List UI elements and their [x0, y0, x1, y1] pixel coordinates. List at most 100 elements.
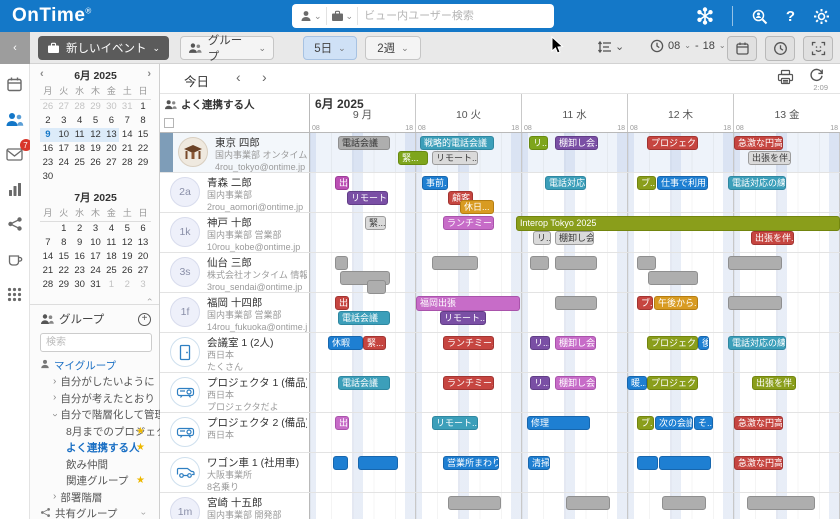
calendar-day[interactable]: 31: [119, 100, 135, 114]
group-tree-item[interactable]: よく連携する人 ★: [40, 440, 155, 457]
calendar-day[interactable]: 15: [135, 128, 151, 142]
calendar-day[interactable]: 21: [119, 142, 135, 156]
schedule-row[interactable]: ワゴン車 1 (社用車)大阪事業所 8名乗り 営業所まわり 清掃 急激な円高...: [160, 453, 840, 493]
group-tree-item[interactable]: › 自分がしたいように: [40, 374, 155, 391]
calendar-day[interactable]: 10: [88, 236, 104, 250]
event[interactable]: [432, 256, 478, 270]
visible-hours-control[interactable]: 08 ⌄ - 18 ⌄: [650, 39, 726, 53]
calendar-day[interactable]: 7: [119, 114, 135, 128]
event[interactable]: 電話会議: [338, 376, 390, 390]
event[interactable]: リモート...: [432, 151, 478, 165]
calendar-day[interactable]: 20: [135, 250, 151, 264]
event[interactable]: 休日...: [460, 200, 494, 214]
calendar-day[interactable]: 3: [88, 222, 104, 236]
calendar-day[interactable]: 30: [72, 278, 88, 292]
calendar-day[interactable]: 29: [56, 278, 72, 292]
calendar-day[interactable]: 3: [56, 114, 72, 128]
favorite-star-icon[interactable]: ★: [136, 475, 145, 486]
event[interactable]: 出張を伴...: [748, 151, 791, 165]
event[interactable]: リ...: [529, 136, 548, 150]
group-tree-item[interactable]: › 自分が考えたとおり: [40, 390, 155, 407]
day-header-cell[interactable]: 13 金 08 18: [734, 94, 840, 132]
calendar-day[interactable]: 2: [40, 114, 56, 128]
calendar-day[interactable]: 12: [119, 236, 135, 250]
gear-icon[interactable]: [813, 8, 830, 25]
event[interactable]: Interop Tokyo 2025: [516, 216, 840, 231]
event[interactable]: [648, 271, 698, 285]
prev-button[interactable]: ‹: [236, 69, 241, 85]
scan-view-button[interactable]: [803, 36, 833, 61]
tree-chevron-icon[interactable]: ›: [53, 376, 56, 387]
day-header-cell[interactable]: 9 月 08 18: [310, 94, 416, 132]
calendar-next-icon[interactable]: ›: [147, 68, 151, 80]
event[interactable]: 福岡出張: [416, 296, 520, 311]
calendar-day[interactable]: 28: [40, 278, 56, 292]
event[interactable]: 急激な円高...: [734, 136, 783, 150]
event[interactable]: 後: [698, 336, 709, 350]
calendar-day[interactable]: 19: [88, 142, 104, 156]
event[interactable]: ランチミー...: [443, 216, 494, 230]
day-header-cell[interactable]: 12 木 08 18: [628, 94, 734, 132]
event[interactable]: [448, 496, 501, 510]
event[interactable]: 出張を伴...: [751, 231, 794, 245]
event[interactable]: [662, 496, 706, 510]
calendar-day[interactable]: 14: [40, 250, 56, 264]
calendar-day[interactable]: 25: [72, 156, 88, 170]
calendar-day[interactable]: 18: [72, 142, 88, 156]
calendar-day[interactable]: 25: [103, 264, 119, 278]
rail-people-icon[interactable]: [4, 109, 26, 129]
schedule-row[interactable]: 1m 宮崎 十五郎 国内事業部 開発部: [160, 493, 840, 519]
event[interactable]: プロジェクト: [647, 336, 698, 350]
event[interactable]: [747, 496, 815, 510]
calendar-day[interactable]: 16: [40, 142, 56, 156]
today-button[interactable]: 今日: [184, 71, 209, 90]
calendar-day[interactable]: 31: [88, 278, 104, 292]
tree-chevron-icon[interactable]: ›: [53, 492, 56, 502]
calendar-day[interactable]: 19: [119, 250, 135, 264]
calendar-day[interactable]: 24: [56, 156, 72, 170]
event[interactable]: 次の会議: [655, 416, 693, 430]
calendar-day[interactable]: 1: [56, 222, 72, 236]
calendar-day[interactable]: 6: [135, 222, 151, 236]
schedule-row[interactable]: 会議室 1 (2人)西日本たくさん 休暇緊... ランチミー... リ... 棚卸し会.…: [160, 333, 840, 373]
view-group-dropdown[interactable]: グループ ⌄: [180, 35, 274, 63]
calendar-day[interactable]: 13: [103, 128, 120, 142]
schedule-row[interactable]: プロジェクタ 2 (備品)西日本 出.. リモート... 修理 ブ...次の会議そ...…: [160, 413, 840, 453]
event[interactable]: 出..: [335, 416, 349, 430]
calendar-day[interactable]: 12: [87, 128, 104, 142]
calendar-day[interactable]: 5: [88, 114, 104, 128]
calendar-filter-dropdown[interactable]: ⌄: [327, 7, 359, 25]
event[interactable]: [637, 456, 658, 470]
group-tree-item[interactable]: › 自分で階層化して管理: [40, 407, 165, 424]
calendar-day[interactable]: 27: [103, 156, 119, 170]
event[interactable]: 出張を伴...: [752, 376, 796, 390]
group-tree-item[interactable]: 関連グループ ★: [40, 473, 155, 490]
calendar-day[interactable]: 23: [40, 156, 56, 170]
event[interactable]: ブ...: [637, 416, 654, 430]
event[interactable]: そ...: [694, 416, 713, 430]
calendar-day[interactable]: 11: [71, 128, 88, 142]
calendar-day[interactable]: 28: [72, 100, 88, 114]
group-tree-item[interactable]: › 部署階層: [40, 489, 155, 506]
calendar-day[interactable]: 3: [135, 278, 151, 292]
calendar-day[interactable]: 27: [56, 100, 72, 114]
event[interactable]: 暖...: [627, 376, 647, 390]
calendar-day[interactable]: 21: [40, 264, 56, 278]
event[interactable]: 棚卸し会...: [555, 231, 594, 245]
person-cell[interactable]: 2a 青森 二郎 国内事業部 2rou_aomori@ontime.jp: [160, 173, 310, 212]
calendar-view-button[interactable]: [727, 36, 757, 61]
next-button[interactable]: ›: [262, 69, 267, 85]
person-cell[interactable]: 1f 福岡 十四郎 国内事業部 営業部 14rou_fukuoka@ontime.jp: [160, 293, 310, 332]
event[interactable]: [659, 456, 711, 470]
event[interactable]: [555, 296, 597, 310]
calendar-day[interactable]: 7: [40, 236, 56, 250]
event[interactable]: 緊...: [365, 216, 386, 230]
calendar-day[interactable]: 5: [119, 222, 135, 236]
calendar-day[interactable]: 8: [56, 236, 72, 250]
event[interactable]: 事前...: [422, 176, 448, 190]
tree-expand-icon[interactable]: ›: [139, 512, 149, 515]
calendar-day[interactable]: 2: [72, 222, 88, 236]
tree-chevron-icon[interactable]: ›: [53, 393, 56, 403]
calendar-day[interactable]: 9: [40, 128, 56, 142]
calendar-day[interactable]: 24: [88, 264, 104, 278]
